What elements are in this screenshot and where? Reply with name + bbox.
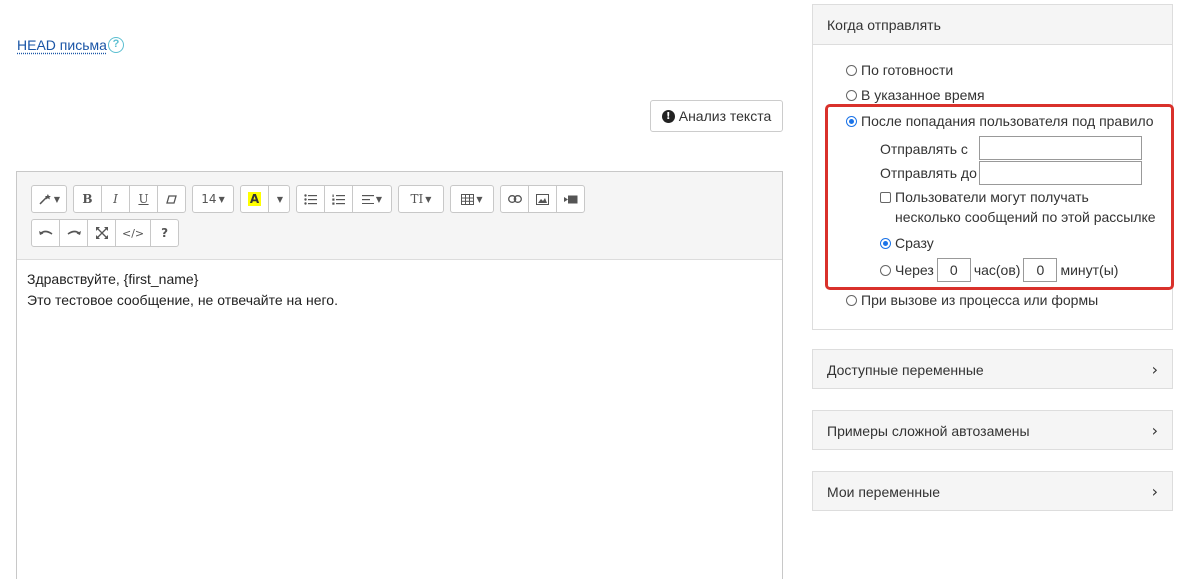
option-immediately[interactable]: Сразу bbox=[880, 235, 934, 251]
bullet-list-icon[interactable] bbox=[296, 185, 325, 213]
option-process[interactable]: При вызове из процесса или формы bbox=[846, 292, 1098, 308]
chevron-right-icon: › bbox=[1151, 360, 1158, 379]
option-rule-label: После попадания пользователя под правило bbox=[861, 113, 1154, 129]
numbered-list-icon[interactable] bbox=[324, 185, 353, 213]
section-autoreplace-examples[interactable]: Примеры сложной автозамены › bbox=[812, 410, 1173, 450]
section-my-variables-label: Мои переменные bbox=[827, 484, 940, 500]
toolbar-row-1: ▼ B I U 14 ▼ A ▼ ▼ TI ▼ ▼ bbox=[31, 185, 782, 213]
option-rule[interactable]: После попадания пользователя под правило bbox=[846, 113, 1154, 129]
fullscreen-icon[interactable] bbox=[87, 219, 116, 247]
bold-button[interactable]: B bbox=[73, 185, 102, 213]
send-to-label: Отправлять до bbox=[880, 165, 977, 181]
analyze-text-button[interactable]: ! Анализ текста bbox=[650, 100, 783, 132]
highlight-a-glyph: A bbox=[247, 192, 262, 206]
highlight-color-button[interactable]: A bbox=[240, 185, 269, 213]
code-view-icon[interactable]: </> bbox=[115, 219, 152, 247]
undo-icon[interactable] bbox=[31, 219, 60, 247]
italic-button[interactable]: I bbox=[101, 185, 130, 213]
editor-line-2: Это тестовое сообщение, не отвечайте на … bbox=[27, 292, 338, 308]
hours-input[interactable]: 0 bbox=[936, 258, 971, 282]
radio-process[interactable] bbox=[846, 294, 857, 306]
text-style-glyph: TI bbox=[410, 192, 424, 206]
table-icon[interactable]: ▼ bbox=[450, 185, 494, 213]
option-process-label: При вызове из процесса или формы bbox=[861, 292, 1099, 308]
option-scheduled-label: В указанное время bbox=[861, 87, 985, 103]
section-my-variables[interactable]: Мои переменные › bbox=[812, 471, 1173, 511]
analyze-text-label: Анализ текста bbox=[678, 108, 772, 124]
option-delay[interactable]: Через 0 час(ов) 0 минут(ы) bbox=[880, 258, 1118, 282]
radio-rule[interactable] bbox=[846, 115, 857, 127]
exclamation-icon: ! bbox=[661, 109, 675, 123]
section-available-variables[interactable]: Доступные переменные › bbox=[812, 349, 1173, 389]
radio-delay[interactable] bbox=[880, 264, 891, 276]
editor-toolbar: ▼ B I U 14 ▼ A ▼ ▼ TI ▼ ▼ </> ? bbox=[17, 172, 782, 260]
radio-ready[interactable] bbox=[846, 64, 857, 76]
eraser-icon[interactable] bbox=[157, 185, 186, 213]
image-icon[interactable] bbox=[528, 185, 557, 213]
radio-scheduled[interactable] bbox=[846, 89, 857, 101]
toolbar-row-2: </> ? bbox=[31, 219, 782, 247]
multi-messages-label-2: несколько сообщений по этой рассылке bbox=[895, 209, 1156, 225]
when-to-send-title: Когда отправлять bbox=[813, 5, 1172, 45]
chevron-right-icon: › bbox=[1151, 482, 1158, 501]
help-button[interactable]: ? bbox=[150, 219, 180, 247]
delay-label: Через bbox=[895, 262, 934, 278]
radio-immediately[interactable] bbox=[880, 237, 891, 249]
option-ready[interactable]: По готовности bbox=[846, 62, 953, 78]
rich-text-editor: ▼ B I U 14 ▼ A ▼ ▼ TI ▼ ▼ </> ? Здравств… bbox=[16, 171, 783, 579]
section-autoreplace-examples-label: Примеры сложной автозамены bbox=[827, 423, 1030, 439]
help-icon[interactable]: ? bbox=[108, 37, 124, 53]
chevron-right-icon: › bbox=[1151, 421, 1158, 440]
minutes-label: минут(ы) bbox=[1060, 262, 1119, 278]
send-from-label: Отправлять с bbox=[880, 141, 968, 157]
video-icon[interactable] bbox=[556, 185, 585, 213]
magic-wand-icon[interactable]: ▼ bbox=[31, 185, 67, 213]
redo-icon[interactable] bbox=[59, 219, 88, 247]
link-icon[interactable] bbox=[500, 185, 529, 213]
send-from-input[interactable] bbox=[979, 136, 1142, 160]
font-size-select[interactable]: 14 ▼ bbox=[192, 185, 234, 213]
text-style-icon[interactable]: TI ▼ bbox=[398, 185, 444, 213]
hours-label: час(ов) bbox=[973, 262, 1021, 278]
editor-line-1: Здравствуйте, {first_name} bbox=[27, 271, 199, 287]
color-dropdown[interactable]: ▼ bbox=[268, 185, 290, 213]
underline-button[interactable]: U bbox=[129, 185, 158, 213]
font-size-value: 14 bbox=[201, 192, 217, 206]
multi-messages-checkbox[interactable] bbox=[880, 191, 891, 203]
minutes-input[interactable]: 0 bbox=[1023, 258, 1058, 282]
align-icon[interactable]: ▼ bbox=[352, 185, 392, 213]
multi-messages-label-1: Пользователи могут получать bbox=[895, 189, 1089, 205]
multi-messages-option[interactable]: Пользователи могут получать bbox=[880, 189, 1089, 205]
head-link[interactable]: HEAD письма bbox=[17, 37, 107, 53]
option-immediately-label: Сразу bbox=[895, 235, 934, 251]
editor-content[interactable]: Здравствуйте, {first_name} Это тестовое … bbox=[17, 260, 782, 320]
option-scheduled[interactable]: В указанное время bbox=[846, 87, 985, 103]
section-available-variables-label: Доступные переменные bbox=[827, 362, 984, 378]
option-ready-label: По готовности bbox=[861, 62, 954, 78]
send-to-input[interactable] bbox=[979, 161, 1142, 185]
